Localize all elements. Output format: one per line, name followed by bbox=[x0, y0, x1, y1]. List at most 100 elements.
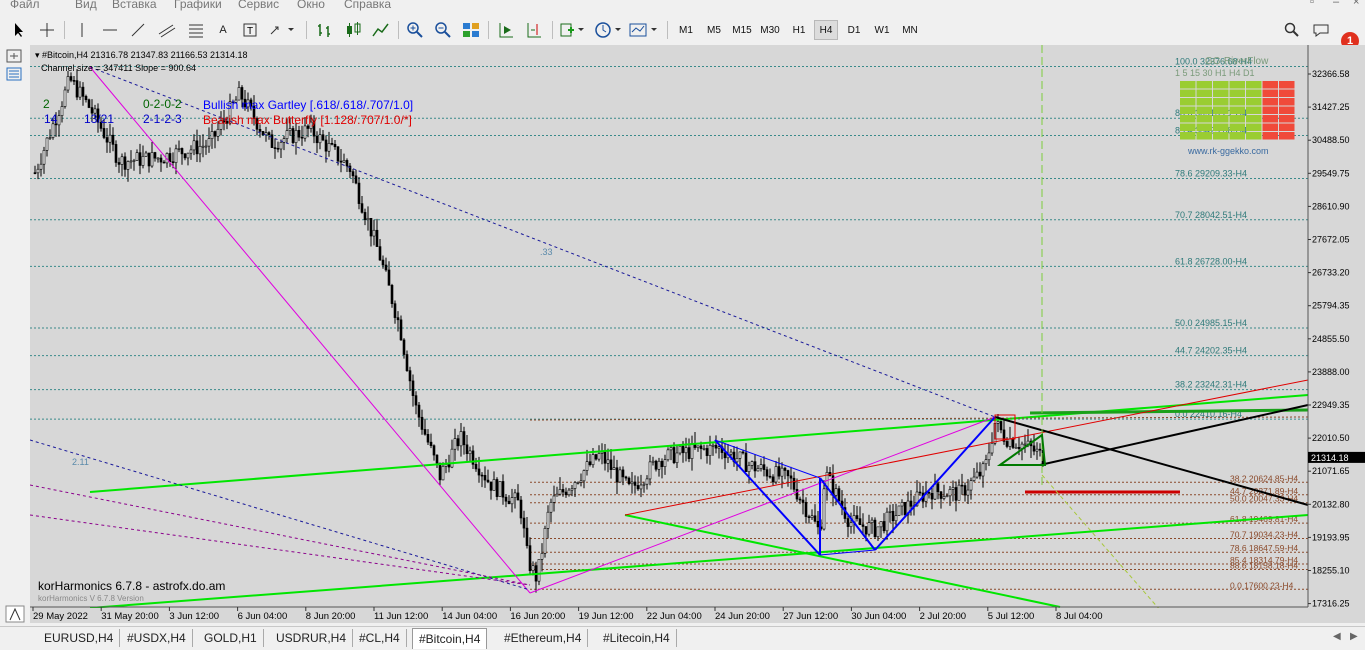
candle-body bbox=[948, 489, 952, 497]
window-list-icon[interactable] bbox=[6, 67, 22, 84]
tab-gold[interactable]: GOLD,H1 bbox=[198, 629, 264, 647]
candle-body bbox=[285, 130, 289, 139]
candle-body bbox=[999, 421, 1003, 431]
vertical-line-icon[interactable] bbox=[72, 19, 92, 41]
candle-body bbox=[576, 482, 580, 484]
crosshair-icon[interactable] bbox=[36, 19, 58, 41]
menu-view[interactable]: Вид bbox=[75, 0, 97, 11]
price-tick-label: 18255.10 bbox=[1312, 566, 1350, 576]
candle-body bbox=[957, 484, 961, 501]
riverflow-cell bbox=[1229, 81, 1245, 89]
tile-windows-icon[interactable] bbox=[460, 19, 482, 41]
tab-eurusd[interactable]: EURUSD,H4 bbox=[38, 629, 121, 647]
restore-icon[interactable]: ▫ bbox=[1310, 0, 1314, 8]
templates-dropdown-icon[interactable] bbox=[628, 19, 660, 41]
tab-litecoin[interactable]: #Litecoin,H4 bbox=[597, 629, 677, 647]
text-icon[interactable]: A bbox=[214, 19, 232, 41]
channel-icon[interactable] bbox=[156, 19, 178, 41]
candle-body bbox=[423, 429, 427, 435]
zoom-out-icon[interactable] bbox=[432, 19, 454, 41]
svg-text:T: T bbox=[247, 26, 253, 37]
candle-body bbox=[129, 160, 133, 163]
price-tick-label: 28610.90 bbox=[1312, 201, 1350, 211]
chart-shift-icon[interactable] bbox=[523, 19, 545, 41]
close-icon[interactable]: × bbox=[1353, 0, 1359, 8]
candle-body bbox=[606, 459, 610, 464]
tf-m30[interactable]: M30 bbox=[757, 20, 783, 40]
menu-help[interactable]: Справка bbox=[344, 0, 391, 11]
riverflow-cell bbox=[1229, 89, 1245, 97]
menu-tools[interactable]: Сервис bbox=[238, 0, 279, 11]
candle-body bbox=[546, 511, 550, 529]
menu-window[interactable]: Окно bbox=[297, 0, 325, 11]
candle-body bbox=[450, 448, 454, 468]
watermark-label: korHarmonics 6.7.8 - astrofx.do.am bbox=[38, 579, 225, 593]
candle-body bbox=[417, 404, 421, 418]
candle-body bbox=[327, 143, 331, 152]
tab-usdx[interactable]: #USDX,H4 bbox=[121, 629, 193, 647]
fib-level-label: 44.7 24202.35-H4 bbox=[1175, 346, 1247, 356]
candle-body bbox=[846, 518, 850, 527]
tf-d1[interactable]: D1 bbox=[843, 20, 865, 40]
candle-body bbox=[1017, 447, 1021, 449]
fibonacci-icon[interactable] bbox=[185, 19, 207, 41]
text-label-icon[interactable]: T bbox=[240, 19, 260, 41]
candle-body bbox=[807, 516, 811, 518]
trendline-icon[interactable] bbox=[128, 19, 148, 41]
candle-body bbox=[729, 451, 733, 455]
candle-body bbox=[516, 492, 520, 501]
zoom-in-icon[interactable] bbox=[404, 19, 426, 41]
candlestick-icon[interactable] bbox=[342, 19, 364, 41]
price-tick-label: 30488.50 bbox=[1312, 135, 1350, 145]
tab-bitcoin[interactable]: #Bitcoin,H4 bbox=[412, 628, 488, 649]
candle-body bbox=[762, 464, 766, 470]
candle-body bbox=[447, 464, 451, 468]
bar-chart-icon[interactable] bbox=[314, 19, 336, 41]
min-icon[interactable]: – bbox=[1333, 0, 1339, 8]
candle-body bbox=[717, 446, 721, 449]
cursor-icon[interactable] bbox=[8, 19, 30, 41]
candle-body bbox=[393, 303, 397, 318]
arrows-dropdown-icon[interactable] bbox=[268, 19, 296, 41]
candle-body bbox=[477, 468, 481, 476]
panel-title: GG-RiverFlow bbox=[1205, 56, 1269, 67]
chart-area[interactable]: 100.0 32376.68-H488.6 30913.21-H485.4 30… bbox=[29, 45, 1365, 623]
menu-file[interactable]: Файл bbox=[10, 0, 40, 11]
indicators-dropdown-icon[interactable] bbox=[558, 19, 586, 41]
tab-ethereum[interactable]: #Ethereum,H4 bbox=[498, 629, 589, 647]
candle-body bbox=[969, 480, 973, 491]
tf-m5[interactable]: M5 bbox=[703, 20, 725, 40]
tf-mn[interactable]: MN bbox=[898, 20, 922, 40]
candle-body bbox=[627, 477, 631, 485]
tf-h4[interactable]: H4 bbox=[814, 20, 838, 40]
tf-m15[interactable]: M15 bbox=[729, 20, 755, 40]
candle-body bbox=[873, 519, 877, 538]
horizontal-line-icon[interactable] bbox=[100, 19, 120, 41]
candle-body bbox=[351, 171, 355, 177]
riverflow-cell bbox=[1196, 98, 1212, 106]
price-tick-label: 29549.75 bbox=[1312, 168, 1350, 178]
chart-tabs: EURUSD,H4 #USDX,H4 GOLD,H1 USDRUR,H4 #CL… bbox=[0, 626, 1365, 650]
periods-dropdown-icon[interactable] bbox=[593, 19, 623, 41]
autoscroll-icon[interactable] bbox=[495, 19, 517, 41]
tab-cl[interactable]: #CL,H4 bbox=[353, 629, 407, 647]
candle-body bbox=[768, 475, 772, 478]
candle-body bbox=[669, 447, 673, 451]
menu-charts[interactable]: Графики bbox=[174, 0, 222, 11]
price-chart[interactable]: 100.0 32376.68-H488.6 30913.21-H485.4 30… bbox=[29, 45, 1365, 623]
tf-h1[interactable]: H1 bbox=[788, 20, 810, 40]
chat-icon[interactable] bbox=[1310, 19, 1332, 41]
menu-insert[interactable]: Вставка bbox=[112, 0, 157, 11]
tf-m1[interactable]: M1 bbox=[675, 20, 697, 40]
tab-scroll-left-icon[interactable]: ◀ bbox=[1333, 631, 1341, 642]
expand-icon[interactable] bbox=[6, 49, 22, 66]
watermark-small-label: korHarmonics V 6.7.8 Version bbox=[38, 594, 144, 603]
tf-w1[interactable]: W1 bbox=[870, 20, 894, 40]
lower-left-icon[interactable] bbox=[4, 605, 26, 626]
tab-usdrur[interactable]: USDRUR,H4 bbox=[270, 629, 354, 647]
search-icon[interactable] bbox=[1282, 19, 1302, 41]
line-chart-icon[interactable] bbox=[370, 19, 392, 41]
riverflow-cell bbox=[1246, 98, 1262, 106]
tab-scroll-right-icon[interactable]: ▶ bbox=[1350, 631, 1358, 642]
riverflow-cell bbox=[1213, 115, 1229, 123]
